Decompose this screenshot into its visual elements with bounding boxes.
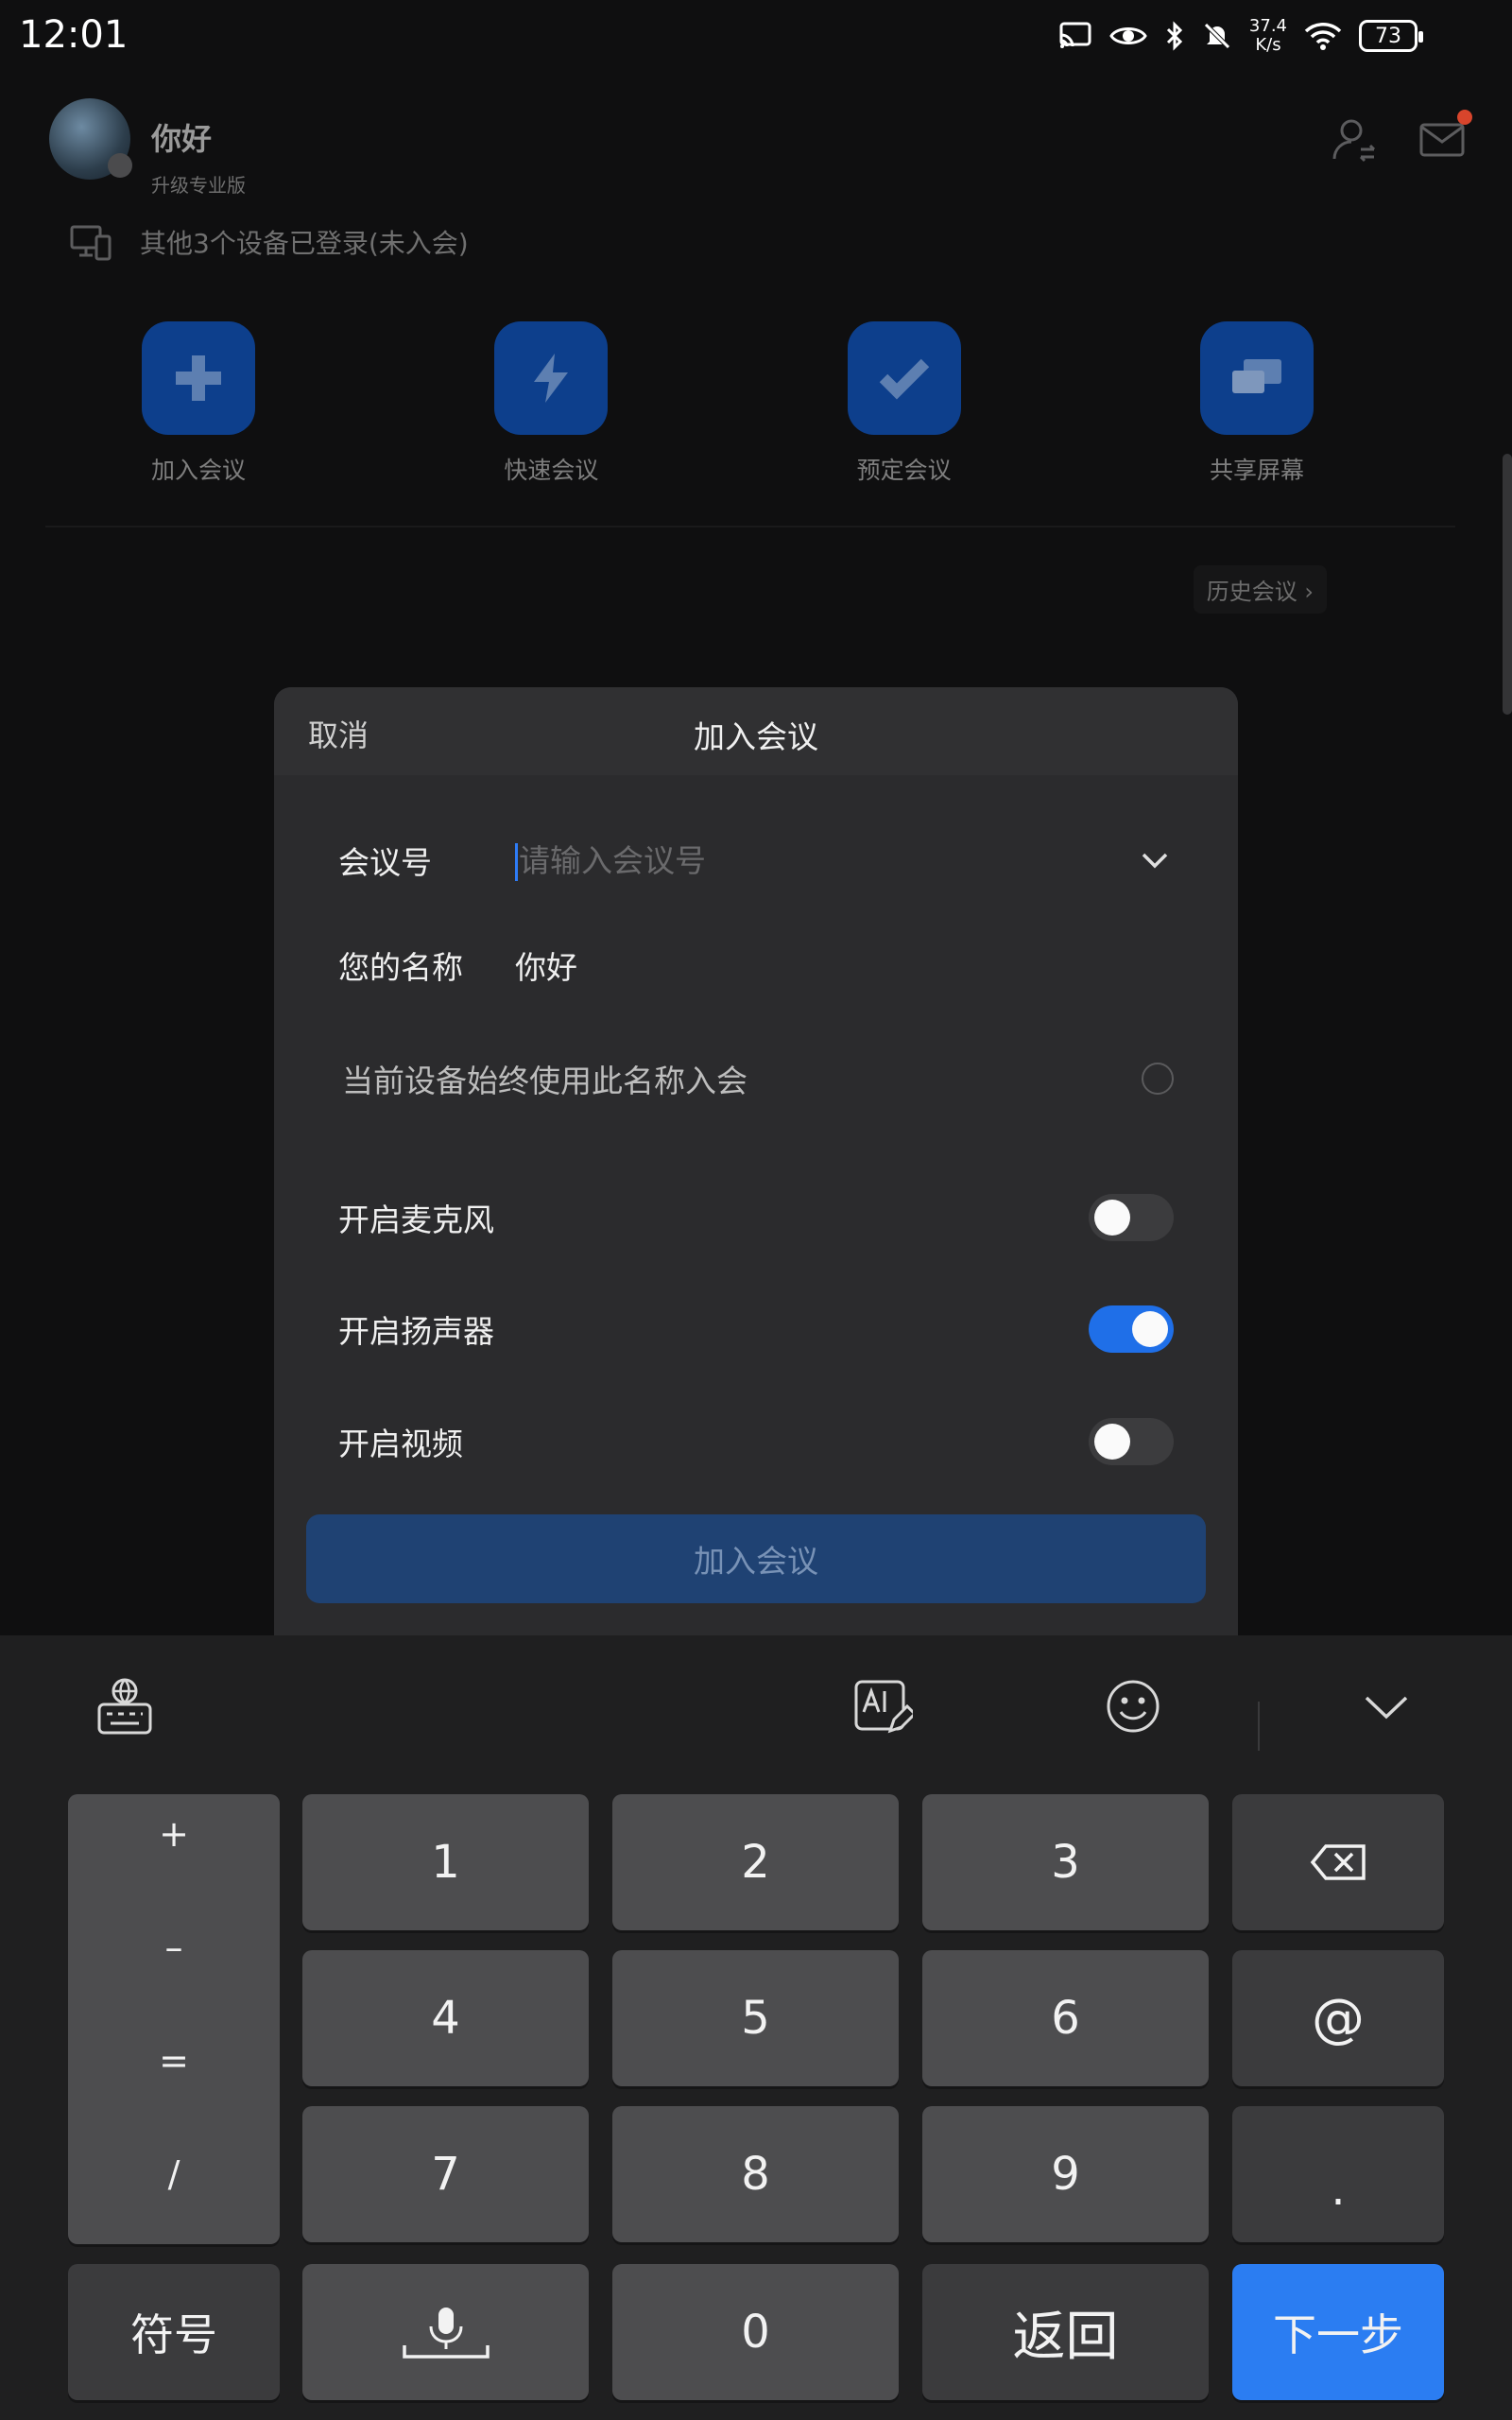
emoji-icon[interactable]	[1100, 1673, 1166, 1739]
speaker-row: 开启扬声器	[338, 1305, 1174, 1353]
microphone-icon	[402, 2308, 490, 2359]
backspace-icon	[1310, 1844, 1366, 1880]
voice-input-key[interactable]	[302, 2264, 589, 2400]
chevron-down-icon[interactable]	[1136, 841, 1174, 879]
dialog-header: 取消 加入会议	[274, 687, 1238, 775]
status-icons: 37.4 K/s 73	[1058, 16, 1423, 55]
screen-share-icon[interactable]	[1199, 321, 1314, 435]
remember-name-row[interactable]: 当前设备始终使用此名称入会	[342, 1056, 1174, 1101]
meeting-id-input[interactable]	[515, 832, 1136, 889]
lightning-icon[interactable]	[494, 321, 609, 435]
plus-key[interactable]: +	[68, 1813, 280, 1855]
join-meeting-dialog: 取消 加入会议 会议号 您的名称 你好 当前设备始终使用此名称入会 开启麦克风 …	[274, 687, 1238, 1637]
key-4[interactable]: 4	[302, 1950, 589, 2086]
devices-notice[interactable]: 其他3个设备已登录(未入会)	[70, 221, 469, 263]
member-badge-icon	[108, 153, 132, 178]
microphone-row: 开启麦克风	[338, 1194, 1174, 1241]
check-icon[interactable]	[847, 321, 961, 435]
avatar[interactable]	[49, 98, 132, 180]
divider	[45, 526, 1455, 527]
key-8[interactable]: 8	[612, 2106, 899, 2242]
equals-key[interactable]: =	[68, 2040, 280, 2082]
toggle-knob	[1094, 1200, 1130, 1236]
name-value[interactable]: 你好	[515, 942, 577, 988]
eye-icon	[1109, 27, 1147, 44]
next-step-key[interactable]: 下一步	[1232, 2264, 1444, 2400]
bluetooth-icon	[1166, 21, 1183, 51]
profile-area[interactable]: 你好 升级专业版	[49, 98, 246, 198]
wifi-icon	[1304, 23, 1342, 50]
ai-write-icon[interactable]	[850, 1673, 916, 1739]
bell-muted-icon	[1204, 23, 1230, 49]
remember-name-label: 当前设备始终使用此名称入会	[342, 1063, 747, 1099]
history-meetings-link[interactable]: 历史会议 ›	[1193, 565, 1327, 614]
key-3[interactable]: 3	[922, 1794, 1209, 1930]
key-6[interactable]: 6	[922, 1950, 1209, 2086]
contacts-icon[interactable]	[1331, 115, 1380, 164]
symbol-mode-key[interactable]: 符号	[68, 2264, 280, 2400]
toolbar-separator	[1258, 1702, 1260, 1751]
back-key[interactable]: 返回	[922, 2264, 1209, 2400]
clock: 12:01	[19, 13, 129, 57]
plus-icon[interactable]	[142, 321, 255, 435]
unread-dot	[1457, 110, 1472, 125]
meeting-id-row: 会议号	[338, 832, 1174, 889]
keyboard-toolbar	[0, 1635, 1512, 1777]
meeting-id-wrap	[515, 832, 1136, 889]
top-actions	[1331, 110, 1472, 164]
speaker-label: 开启扬声器	[338, 1313, 494, 1350]
upgrade-link[interactable]: 升级专业版	[151, 170, 246, 198]
scrollbar[interactable]	[1503, 454, 1512, 715]
at-key[interactable]: @	[1232, 1950, 1444, 2086]
name-label: 您的名称	[338, 949, 463, 986]
quick-meeting-action[interactable]: 快速会议	[466, 321, 636, 486]
join-meeting-button[interactable]: 加入会议	[306, 1514, 1206, 1603]
quick-actions: 加入会议 快速会议 预定会议 共享屏幕	[113, 321, 1342, 486]
join-meeting-action[interactable]: 加入会议	[113, 321, 284, 486]
text-caret	[515, 843, 518, 881]
toggle-knob	[1094, 1424, 1130, 1460]
user-name: 你好	[151, 121, 213, 157]
key-9[interactable]: 9	[922, 2106, 1209, 2242]
keyboard-language-icon[interactable]	[92, 1673, 158, 1739]
symbol-column: + – = /	[68, 1794, 280, 2244]
minus-key[interactable]: –	[68, 1927, 280, 1968]
net-speed: 37.4 K/s	[1248, 16, 1287, 55]
key-0[interactable]: 0	[612, 2264, 899, 2400]
backspace-key[interactable]	[1232, 1794, 1444, 1930]
devices-icon	[70, 225, 112, 261]
numeric-keyboard: + – = / 1 2 3 4 5 6 @ 7 8 9 . 符号 0 返回 下一…	[0, 1635, 1512, 2420]
video-toggle[interactable]	[1089, 1418, 1174, 1465]
dot-key[interactable]: .	[1232, 2106, 1444, 2242]
key-7[interactable]: 7	[302, 2106, 589, 2242]
slash-key[interactable]: /	[68, 2153, 280, 2195]
cast-icon	[1059, 22, 1091, 48]
video-row: 开启视频	[338, 1418, 1174, 1465]
key-1[interactable]: 1	[302, 1794, 589, 1930]
speaker-toggle[interactable]	[1089, 1305, 1174, 1353]
battery-indicator: 73	[1359, 20, 1423, 52]
dialog-title: 加入会议	[694, 718, 818, 755]
devices-notice-text: 其他3个设备已登录(未入会)	[140, 228, 469, 259]
share-screen-action[interactable]: 共享屏幕	[1172, 321, 1342, 486]
microphone-toggle[interactable]	[1089, 1194, 1174, 1241]
key-5[interactable]: 5	[612, 1950, 899, 2086]
mail-icon[interactable]	[1418, 110, 1472, 164]
name-row: 您的名称 你好	[338, 942, 1174, 988]
microphone-label: 开启麦克风	[338, 1201, 494, 1238]
toggle-knob	[1132, 1311, 1168, 1347]
meeting-id-label: 会议号	[338, 844, 432, 881]
remember-name-radio[interactable]	[1142, 1063, 1174, 1095]
schedule-meeting-action[interactable]: 预定会议	[819, 321, 989, 486]
video-label: 开启视频	[338, 1426, 463, 1462]
key-2[interactable]: 2	[612, 1794, 899, 1930]
hide-keyboard-icon[interactable]	[1353, 1673, 1419, 1739]
status-bar: 12:01 37.4 K/s 73	[0, 0, 1512, 78]
